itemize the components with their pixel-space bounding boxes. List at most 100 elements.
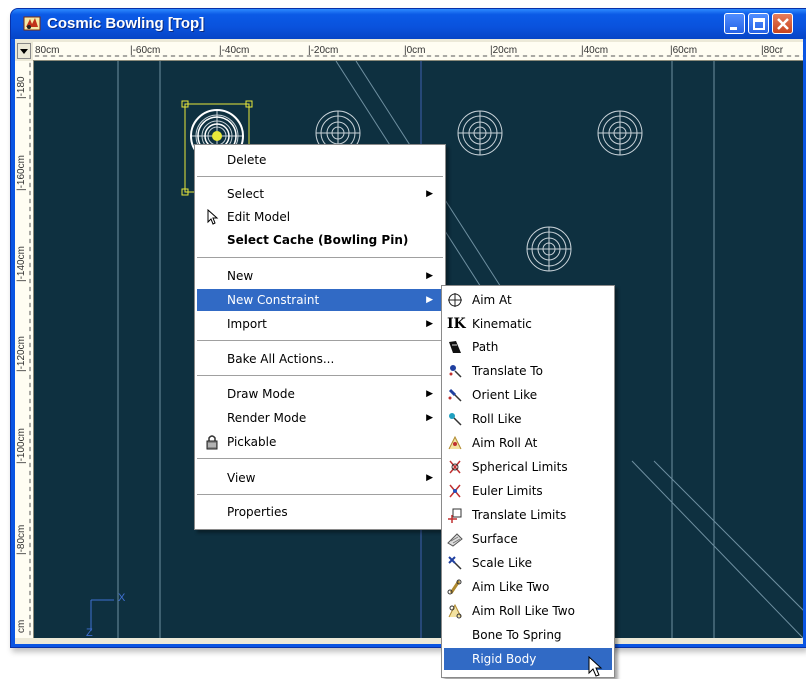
menu-item-label: Pickable xyxy=(227,435,277,449)
menu-item-label: Bake All Actions... xyxy=(227,352,335,366)
close-icon xyxy=(777,18,789,30)
menu-separator xyxy=(197,494,443,495)
ruler-tick: cm xyxy=(16,619,27,633)
menu-item-label: Orient Like xyxy=(472,388,538,402)
submenu-item-translate-limits[interactable]: Translate Limits xyxy=(444,504,612,526)
euler-limits-icon xyxy=(449,484,461,498)
submenu-item-bone-to-spring[interactable]: Bone To Spring xyxy=(444,624,612,646)
menu-item-label: Bone To Spring xyxy=(472,628,562,642)
scale-like-icon xyxy=(448,556,462,570)
ruler-tick: |-160cm xyxy=(16,155,27,191)
orient-like-icon xyxy=(448,388,462,402)
context-menu: Delete Select ▶ Edit Model Select Cache … xyxy=(194,144,446,530)
close-button[interactable] xyxy=(772,13,793,34)
submenu-arrow-icon: ▶ xyxy=(426,413,433,423)
submenu-item-path[interactable]: Path xyxy=(444,336,612,358)
axis-z-label: Z xyxy=(86,627,93,638)
menu-item-label: Scale Like xyxy=(472,556,533,570)
menu-item-new[interactable]: New ▶ xyxy=(197,265,443,287)
menu-item-label: Surface xyxy=(472,532,518,546)
menu-item-label: Path xyxy=(472,340,499,354)
surface-icon xyxy=(447,533,463,547)
submenu-item-translate-to[interactable]: Translate To xyxy=(444,360,612,382)
cursor-arrow-icon xyxy=(207,209,219,225)
menu-item-label: View xyxy=(227,471,256,485)
menu-item-label: Kinematic xyxy=(472,317,532,331)
ruler-tick: |-80cm xyxy=(16,524,27,555)
submenu-item-aim-roll-like-two[interactable]: Aim Roll Like Two xyxy=(444,600,612,622)
menu-separator xyxy=(197,176,443,177)
submenu-arrow-icon: ▶ xyxy=(426,389,433,399)
submenu-item-roll-like[interactable]: Roll Like xyxy=(444,408,612,430)
submenu-arrow-icon: ▶ xyxy=(426,271,433,281)
bowling-pin[interactable] xyxy=(457,110,503,156)
menu-item-label: Rigid Body xyxy=(472,652,537,666)
submenu-arrow-icon: ▶ xyxy=(426,189,433,199)
submenu-item-scale-like[interactable]: Scale Like xyxy=(444,552,612,574)
menu-item-label: Aim Roll At xyxy=(472,436,538,450)
ik-icon: IK xyxy=(447,316,466,332)
menu-item-edit-model[interactable]: Edit Model xyxy=(197,206,443,228)
aim-roll-at-icon xyxy=(448,435,462,450)
bowling-pin[interactable] xyxy=(526,226,572,272)
bowling-pin[interactable] xyxy=(597,110,643,156)
axis-gizmo xyxy=(90,599,114,631)
submenu-item-aim-like-two[interactable]: Aim Like Two xyxy=(444,576,612,598)
submenu-item-aim-roll-at[interactable]: Aim Roll At xyxy=(444,432,612,454)
ruler-tick: |-120cm xyxy=(16,336,27,372)
menu-item-render-mode[interactable]: Render Mode ▶ xyxy=(197,407,443,429)
axis-x-label: X xyxy=(118,592,126,604)
aim-roll-like-two-icon xyxy=(448,603,462,619)
menu-item-select-cache[interactable]: Select Cache (Bowling Pin) xyxy=(197,229,443,251)
menu-item-view[interactable]: View ▶ xyxy=(197,467,443,489)
triangle-down-icon xyxy=(20,49,28,54)
menu-item-label: Translate To xyxy=(472,364,543,378)
menu-item-label: New xyxy=(227,269,254,283)
crosshair-icon xyxy=(448,293,462,307)
translate-limits-icon xyxy=(448,508,462,523)
menu-separator xyxy=(197,257,443,258)
menu-item-label: Aim Roll Like Two xyxy=(472,604,575,618)
menu-item-label: Import xyxy=(227,317,267,331)
menu-item-label: Select xyxy=(227,187,265,201)
menu-item-select[interactable]: Select ▶ xyxy=(197,183,443,205)
menu-item-label: Properties xyxy=(227,505,288,519)
title-bar[interactable]: Cosmic Bowling [Top] xyxy=(11,9,806,39)
submenu-arrow-icon: ▶ xyxy=(426,319,433,329)
bowling-app-icon xyxy=(23,16,41,31)
menu-item-label: Aim At xyxy=(472,293,512,307)
menu-item-bake-all-actions[interactable]: Bake All Actions... xyxy=(197,348,443,370)
menu-item-properties[interactable]: Properties xyxy=(197,501,443,523)
menu-item-draw-mode[interactable]: Draw Mode ▶ xyxy=(197,383,443,405)
submenu-item-surface[interactable]: Surface xyxy=(444,528,612,550)
ruler-dots xyxy=(29,61,31,638)
menu-item-label: Euler Limits xyxy=(472,484,543,498)
menu-item-label: Render Mode xyxy=(227,411,307,425)
menu-item-label: Aim Like Two xyxy=(472,580,550,594)
menu-item-import[interactable]: Import ▶ xyxy=(197,313,443,335)
submenu-item-rigid-body[interactable]: Rigid Body xyxy=(444,648,612,670)
ruler-menu-button[interactable] xyxy=(17,43,31,59)
submenu-item-kinematic[interactable]: IK Kinematic xyxy=(444,313,612,335)
submenu-item-aim-at[interactable]: Aim At xyxy=(444,289,612,311)
menu-separator xyxy=(197,375,443,376)
submenu-item-spherical-limits[interactable]: Spherical Limits xyxy=(444,456,612,478)
menu-item-label: Translate Limits xyxy=(472,508,567,522)
menu-item-label: Select Cache (Bowling Pin) xyxy=(227,233,409,247)
menu-item-new-constraint[interactable]: New Constraint ▶ xyxy=(197,289,443,311)
aim-like-two-icon xyxy=(447,579,462,595)
maximize-button[interactable] xyxy=(748,13,769,34)
submenu-item-euler-limits[interactable]: Euler Limits xyxy=(444,480,612,502)
submenu-item-orient-like[interactable]: Orient Like xyxy=(444,384,612,406)
window-title: Cosmic Bowling [Top] xyxy=(47,15,205,32)
ruler-tick: |-100cm xyxy=(16,428,27,464)
spherical-limits-icon xyxy=(449,460,461,474)
minimize-button[interactable] xyxy=(724,13,745,34)
menu-separator xyxy=(197,458,443,459)
path-icon xyxy=(449,341,461,353)
ruler-tick: |-180 xyxy=(16,76,27,99)
submenu-arrow-icon: ▶ xyxy=(426,473,433,483)
menu-item-pickable[interactable]: Pickable xyxy=(197,431,443,453)
roll-like-icon xyxy=(449,413,462,426)
menu-item-delete[interactable]: Delete xyxy=(197,149,443,171)
